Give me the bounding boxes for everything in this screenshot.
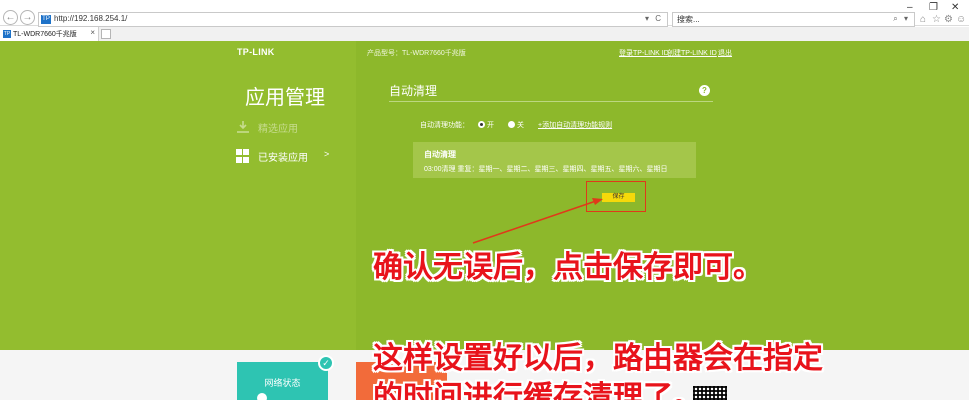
network-status-tile[interactable]: 网络状态 bbox=[237, 362, 328, 400]
add-rule-link[interactable]: +添加自动清理功能规则 bbox=[538, 120, 612, 130]
create-tplink-id-link[interactable]: 创建TP-LINK ID bbox=[667, 48, 717, 58]
main-panel bbox=[356, 41, 969, 350]
annotation-text-1: 确认无误后，点击保存即可。 bbox=[373, 250, 763, 285]
network-status-icon bbox=[257, 393, 267, 400]
sidebar-item-installed-apps[interactable]: 已安装应用 > bbox=[236, 148, 346, 164]
smiley-icon[interactable]: ☺ bbox=[956, 14, 966, 25]
section-title: 自动清理 bbox=[389, 84, 438, 98]
site-favicon-icon: TP bbox=[41, 15, 51, 24]
annotation-text-2: 这样设置好以后，路由器会在指定 bbox=[373, 341, 823, 376]
minimize-icon[interactable]: – bbox=[907, 2, 913, 13]
login-tplink-id-link[interactable]: 登录TP-LINK ID bbox=[619, 48, 669, 58]
router-page bbox=[0, 41, 969, 350]
search-input[interactable]: 搜索... bbox=[677, 14, 700, 25]
settings-gear-icon[interactable]: ⚙ bbox=[944, 14, 953, 25]
radio-off-label: 关 bbox=[517, 122, 524, 129]
favorites-star-icon[interactable]: ☆ bbox=[932, 14, 941, 25]
close-window-icon[interactable]: ✕ bbox=[951, 2, 959, 13]
search-box[interactable]: 搜索... ⌕ ▾ bbox=[672, 12, 915, 27]
sidebar-item-label: 精选应用 bbox=[258, 124, 298, 135]
search-icon[interactable]: ⌕ ▾ bbox=[893, 14, 910, 24]
check-badge-icon: ✓ bbox=[318, 355, 334, 371]
tab-close-icon[interactable]: × bbox=[90, 28, 95, 37]
address-url[interactable]: http://192.168.254.1/ bbox=[54, 14, 127, 23]
rule-detail: 03:00清理 重复：星期一、星期二、星期三、星期四、星期五、星期六、星期日 bbox=[424, 166, 668, 173]
rule-name: 自动清理 bbox=[424, 150, 456, 159]
sidebar-item-label: 已安装应用 bbox=[258, 153, 308, 164]
forward-icon[interactable]: → bbox=[20, 10, 35, 25]
sidebar-item-featured-apps[interactable]: 精选应用 bbox=[236, 119, 346, 135]
address-bar[interactable]: TP http://192.168.254.1/ ▾ C bbox=[38, 12, 668, 27]
section-divider bbox=[389, 101, 713, 102]
help-icon[interactable]: ? bbox=[699, 85, 710, 96]
network-status-label: 网络状态 bbox=[264, 378, 301, 388]
annotation-text-3: 的时间进行缓存清理了。 bbox=[373, 380, 703, 400]
rule-list-item[interactable]: 自动清理 03:00清理 重复：星期一、星期二、星期三、星期四、星期五、星期六、… bbox=[413, 142, 696, 178]
home-icon[interactable]: ⌂ bbox=[920, 14, 926, 25]
tab-favicon-icon: TP bbox=[3, 30, 11, 38]
radio-on-label: 开 bbox=[487, 122, 494, 129]
logout-link[interactable]: 退出 bbox=[718, 48, 732, 58]
new-tab-button[interactable] bbox=[101, 29, 111, 39]
tab-strip: TP TL-WDR7660千兆版 × bbox=[0, 27, 969, 41]
tp-link-logo: TP-LINK bbox=[237, 47, 275, 57]
page-title: 应用管理 bbox=[245, 87, 325, 109]
chevron-right-icon: > bbox=[324, 149, 330, 159]
save-highlight-box: 保存 bbox=[586, 181, 646, 212]
back-icon[interactable]: ← bbox=[3, 10, 18, 25]
tab-title: TL-WDR7660千兆版 bbox=[13, 31, 77, 38]
download-icon bbox=[237, 121, 249, 133]
browser-toolbar: ← → TP http://192.168.254.1/ ▾ C 搜索... ⌕… bbox=[0, 0, 969, 27]
tab-router[interactable]: TP TL-WDR7660千兆版 × bbox=[0, 27, 99, 41]
product-model: 产品型号：TL-WDR7660千兆版 bbox=[367, 50, 466, 57]
maximize-icon[interactable]: ❐ bbox=[929, 2, 938, 13]
radio-on[interactable] bbox=[478, 121, 485, 128]
auto-clean-function-label: 自动清理功能： bbox=[420, 122, 469, 129]
refresh-icon[interactable]: ▾ C bbox=[645, 14, 663, 23]
grid-icon bbox=[236, 149, 250, 163]
save-button[interactable]: 保存 bbox=[602, 193, 635, 202]
radio-off[interactable] bbox=[508, 121, 515, 128]
